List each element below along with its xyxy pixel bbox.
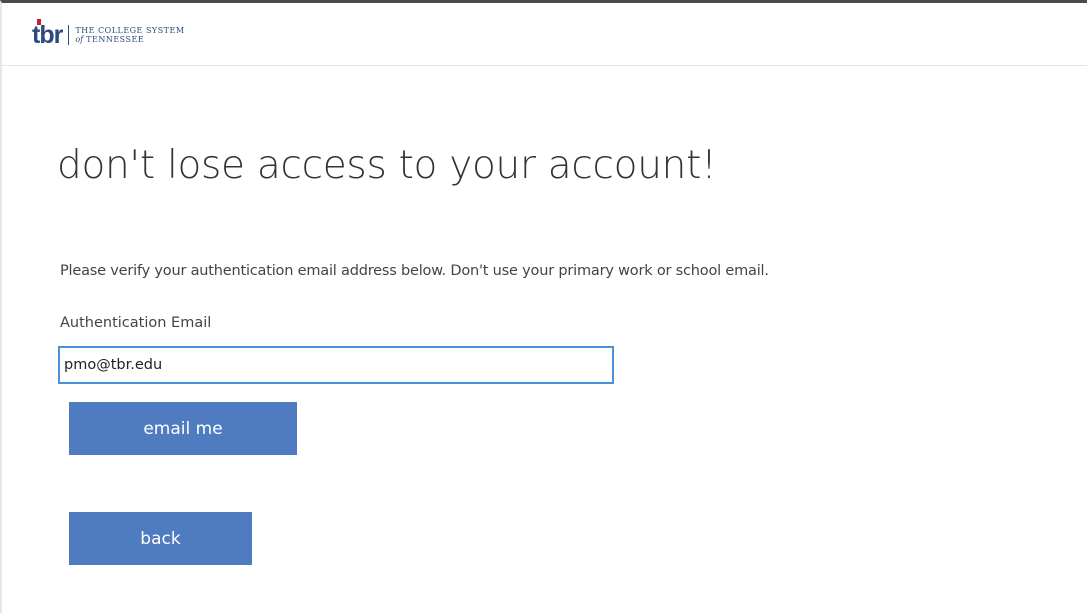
- page-frame: tbr THE COLLEGE SYSTEM of TENNESSEE don'…: [0, 0, 1087, 613]
- logo-line-2-text: TENNESSEE: [86, 35, 145, 44]
- authentication-email-input[interactable]: [58, 346, 614, 384]
- logo-line-2: of TENNESSEE: [75, 35, 184, 44]
- logo-line-1: THE COLLEGE SYSTEM: [75, 26, 185, 35]
- page-title: don't lose access to your account!: [57, 143, 717, 188]
- email-me-button[interactable]: email me: [69, 402, 297, 455]
- logo-line-2-of: of: [75, 35, 84, 44]
- logo-text: THE COLLEGE SYSTEM of TENNESSEE: [75, 26, 184, 44]
- logo-cross-icon: [37, 19, 41, 25]
- header: tbr THE COLLEGE SYSTEM of TENNESSEE: [2, 3, 1087, 66]
- authentication-email-label: Authentication Email: [60, 315, 212, 331]
- back-button[interactable]: back: [69, 512, 252, 565]
- logo-divider: [68, 25, 70, 45]
- logo-mark-text: tbr: [32, 21, 63, 49]
- instructions-text: Please verify your authentication email …: [60, 263, 769, 279]
- tbr-logo: tbr THE COLLEGE SYSTEM of TENNESSEE: [32, 19, 185, 49]
- logo-mark: tbr: [32, 19, 63, 49]
